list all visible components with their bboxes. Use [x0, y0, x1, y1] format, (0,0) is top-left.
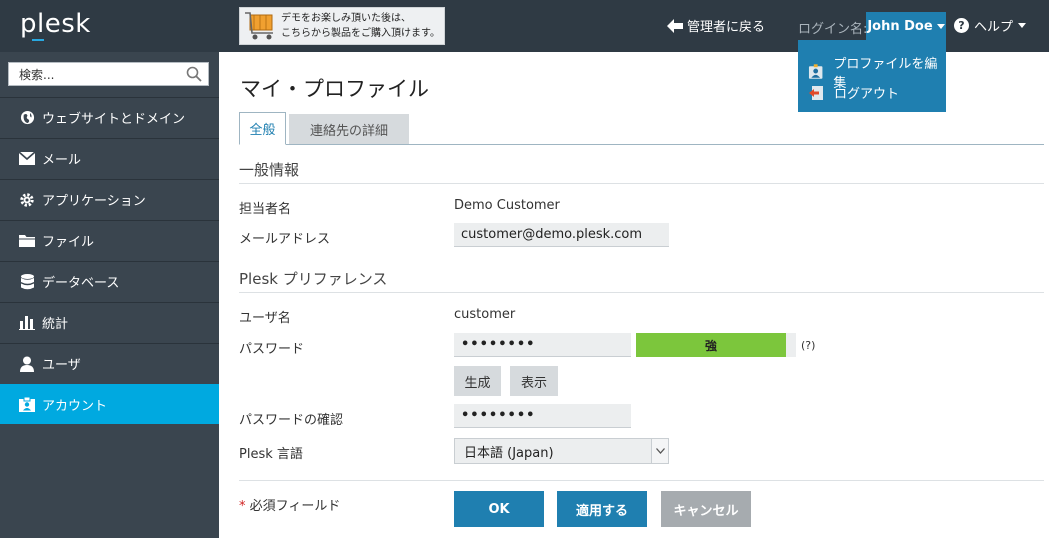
sidebar-item-statistics[interactable]: 統計: [0, 302, 219, 342]
password-strength-meter: 強: [636, 333, 786, 357]
form-divider: [239, 480, 1044, 481]
email-label: メールアドレス: [239, 232, 331, 247]
search-input[interactable]: [17, 64, 181, 86]
password-field[interactable]: ••••••••: [454, 333, 631, 357]
sidebar: ウェブサイトとドメイン メール アプリケーション ファイル データベース 統計: [0, 52, 219, 538]
chevron-down-icon: [651, 439, 668, 463]
user-menu-button[interactable]: John Doe: [866, 12, 946, 40]
confirm-password-label: パスワードの確認: [239, 413, 344, 428]
user-icon: [19, 356, 35, 372]
sidebar-item-files[interactable]: ファイル: [0, 220, 219, 260]
tab-contact-details[interactable]: 連絡先の詳細: [289, 114, 409, 144]
page-title: マイ・プロファイル: [240, 77, 429, 101]
menu-item-logout[interactable]: ログアウト: [808, 83, 899, 102]
globe-icon: [19, 110, 35, 126]
sidebar-item-mail[interactable]: メール: [0, 138, 219, 178]
main-content: マイ・プロファイル 全般 連絡先の詳細 一般情報 担当者名 Demo Custo…: [219, 52, 1049, 538]
ok-button[interactable]: OK: [454, 491, 544, 527]
sidebar-item-label: ウェブサイトとドメイン: [42, 112, 186, 127]
sidebar-item-label: アプリケーション: [42, 194, 146, 209]
cancel-button[interactable]: キャンセル: [661, 491, 751, 527]
help-icon: ?: [954, 18, 969, 33]
sidebar-search: [8, 62, 209, 86]
database-icon: [19, 273, 35, 290]
sidebar-item-applications[interactable]: アプリケーション: [0, 179, 219, 219]
show-password-button[interactable]: 表示: [510, 366, 558, 396]
sidebar-item-label: データベース: [42, 276, 120, 291]
required-star: *: [239, 499, 246, 514]
tab-general[interactable]: 全般: [239, 112, 286, 145]
plesk-logo[interactable]: plesk: [20, 9, 91, 39]
confirm-password-field[interactable]: ••••••••: [454, 404, 631, 428]
section-header-preferences: Plesk プリファレンス: [239, 268, 1044, 293]
sidebar-item-label: ファイル: [42, 235, 95, 250]
profile-edit-icon: [808, 64, 823, 79]
password-strength-help-link[interactable]: (?): [801, 339, 815, 352]
required-fields-label: 必須フィールド: [249, 499, 341, 514]
help-label: ヘルプ: [974, 20, 1014, 35]
arrow-left-icon: [667, 18, 683, 33]
menu-item-logout-label: ログアウト: [834, 87, 900, 102]
tab-bar: 全般 連絡先の詳細: [239, 112, 1044, 145]
email-field[interactable]: customer@demo.plesk.com: [454, 223, 669, 247]
generate-password-button[interactable]: 生成: [454, 366, 501, 396]
user-name: John Doe: [867, 18, 933, 34]
shopping-cart-icon: [245, 12, 273, 40]
language-select-value: 日本語 (Japan): [464, 445, 554, 461]
contact-name-value: Demo Customer: [454, 198, 560, 213]
required-fields-note: * 必須フィールド: [239, 495, 340, 514]
sidebar-item-account[interactable]: アカウント: [0, 384, 219, 424]
promo-line-1: デモをお楽しみ頂いた後は、: [281, 13, 411, 24]
username-label: ユーザ名: [239, 311, 291, 326]
logout-icon: [809, 85, 823, 100]
section-header-general: 一般情報: [239, 159, 1044, 184]
password-label: パスワード: [239, 342, 305, 357]
sidebar-item-websites-domains[interactable]: ウェブサイトとドメイン: [0, 97, 219, 137]
login-name-label: ログイン名:: [798, 22, 868, 37]
language-label: Plesk 言語: [239, 447, 303, 462]
promo-banner[interactable]: デモをお楽しみ頂いた後は、 こちらから製品をご購入頂けます。: [239, 7, 445, 45]
sidebar-item-label: 統計: [42, 317, 69, 332]
back-to-admin-button[interactable]: 管理者に戻る: [667, 16, 765, 35]
folder-icon: [19, 233, 35, 249]
chevron-down-icon: [1018, 23, 1027, 28]
help-menu-button[interactable]: ? ヘルプ: [954, 16, 1027, 35]
logo-accent: [32, 39, 44, 41]
gear-icon: [19, 192, 35, 208]
search-icon[interactable]: [186, 66, 202, 82]
sidebar-item-label: メール: [42, 153, 82, 168]
promo-text: デモをお楽しみ頂いた後は、 こちらから製品をご購入頂けます。: [281, 11, 440, 41]
apply-button[interactable]: 適用する: [557, 491, 647, 527]
sidebar-item-label: ユーザ: [42, 358, 81, 373]
user-dropdown-menu: プロファイルを編集 ログアウト: [798, 40, 946, 112]
bar-chart-icon: [19, 315, 35, 331]
sidebar-item-users[interactable]: ユーザ: [0, 343, 219, 383]
language-select[interactable]: 日本語 (Japan): [454, 438, 669, 464]
contact-name-label: 担当者名: [239, 202, 292, 217]
chevron-down-icon: [936, 23, 945, 29]
password-strength-remainder: [786, 333, 796, 357]
mail-icon: [19, 151, 35, 167]
account-icon: [19, 397, 35, 413]
back-to-admin-label: 管理者に戻る: [687, 20, 766, 35]
sidebar-item-databases[interactable]: データベース: [0, 261, 219, 301]
username-value: customer: [454, 307, 516, 322]
sidebar-item-label: アカウント: [42, 399, 108, 414]
promo-line-2: こちらから製品をご購入頂けます。: [281, 28, 440, 39]
